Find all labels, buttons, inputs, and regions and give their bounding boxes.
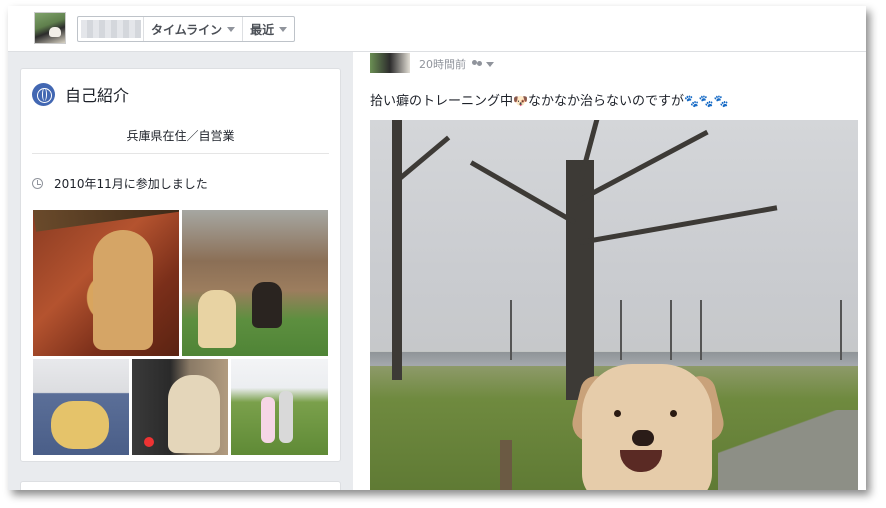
redacted-name [81,20,141,38]
post-text: 拾い癖のトレーニング中🐶なかなか治らないのですが🐾🐾🐾 [370,90,729,109]
photo-thumbnail[interactable] [131,358,229,456]
boat-mast [510,300,512,360]
recent-dropdown[interactable]: 最近 [243,17,294,41]
friends-privacy-icon[interactable] [472,60,483,68]
timeline-post: 20時間前 拾い癖のトレーニング中🐶なかなか治らないのですが🐾🐾🐾 [353,52,866,490]
paw-prints-icon: 🐾🐾🐾 [683,94,729,108]
next-card [20,481,341,490]
dog-nose [632,430,654,446]
profile-name-button[interactable] [78,17,144,41]
chevron-down-icon [279,26,288,32]
intro-title: 自己紹介 [65,86,130,105]
post-author-avatar[interactable] [370,53,410,73]
timeline-label: タイムライン [151,22,223,37]
post-meta: 20時間前 [419,56,494,72]
tree-branch [579,205,778,245]
boat-mast [700,300,702,360]
chevron-down-icon[interactable] [486,61,494,67]
intro-header: 自己紹介 [32,82,129,106]
post-text-part1: 拾い癖のトレーニング中 [370,94,514,109]
tree-branch [469,160,577,225]
boat-mast [840,300,842,360]
dog-face-icon: 🐶 [513,94,528,108]
tree-trunk [392,120,402,380]
photo-thumbnail[interactable] [32,209,180,357]
divider [32,153,329,154]
tree-branch [573,129,709,205]
photo-thumbnail[interactable] [181,209,329,357]
recent-label: 最近 [250,22,275,37]
fence-post [500,440,512,490]
harbor-water [370,352,858,366]
intro-card: 自己紹介 兵庫県在住／自営業 2010年11月に参加しました [20,68,341,462]
boat-mast [620,300,622,360]
post-text-part2: なかなか治らないのですが [527,94,684,109]
facebook-timeline-window: タイムライン 最近 自己紹介 兵庫県在住／自営業 2010年11月に参加しました [8,6,866,490]
globe-icon [32,82,55,106]
intro-bio: 兵庫県在住／自営業 [126,129,235,143]
dog-eye [670,410,677,417]
photo-thumbnail[interactable] [32,358,130,456]
boat-mast [670,300,672,360]
timeline-nav-group: タイムライン 最近 [77,16,296,42]
post-photo[interactable] [370,120,858,490]
chevron-down-icon [227,26,236,32]
clock-icon [32,178,43,189]
joined-date-row: 2010年11月に参加しました [32,175,208,192]
profile-avatar[interactable] [34,12,66,44]
timeline-dropdown[interactable]: タイムライン [144,17,244,41]
dog-eye [614,410,621,417]
post-timestamp[interactable]: 20時間前 [419,56,466,72]
photo-thumbnail[interactable] [230,358,329,456]
joined-date: 2010年11月に参加しました [54,177,208,191]
walkway [718,410,858,490]
timeline-nav-bar: タイムライン 最近 [8,6,866,52]
